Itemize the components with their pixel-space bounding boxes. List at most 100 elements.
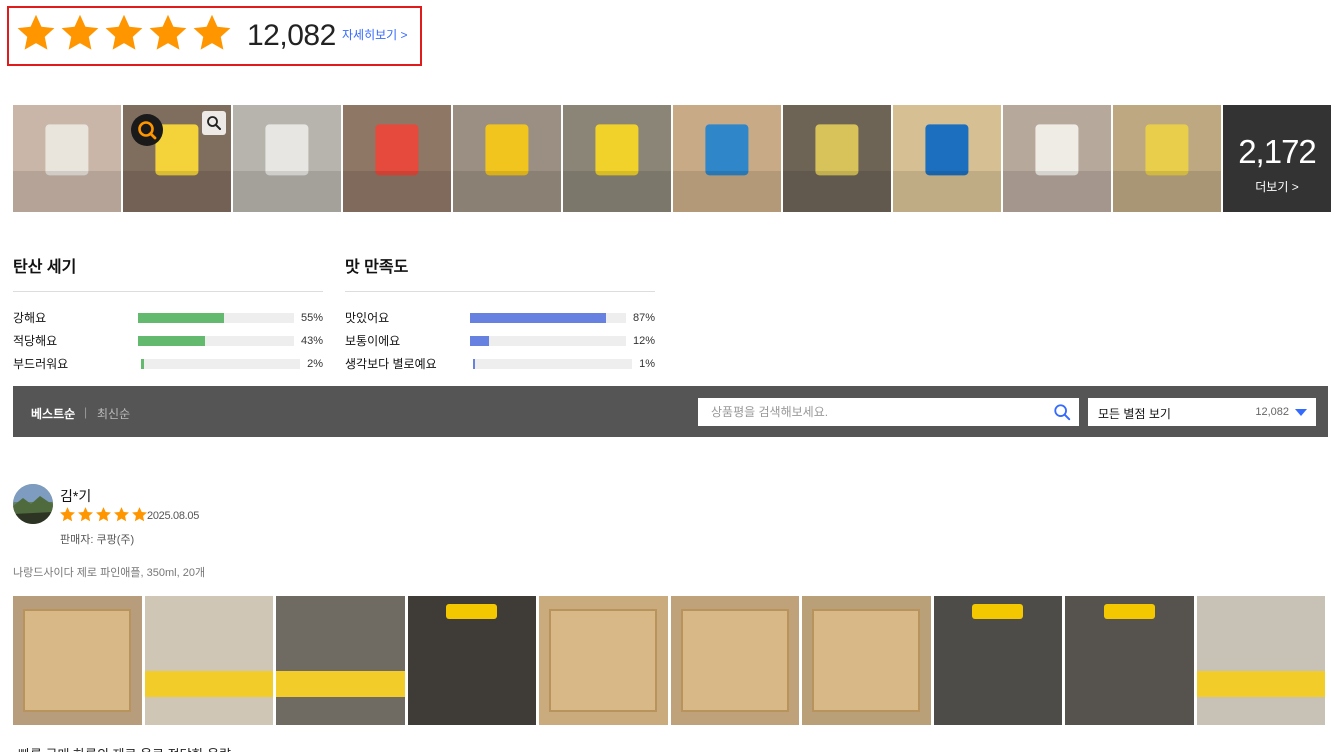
more-photos-button[interactable]: 2,172 더보기 > (1223, 105, 1331, 212)
survey-bar-fill (469, 312, 606, 323)
survey-row: 강해요 55% (13, 306, 323, 329)
survey-bar-fill (137, 312, 224, 323)
sort-best-button[interactable]: 베스트순 (31, 405, 75, 422)
survey-percent: 87% (632, 311, 655, 324)
survey-bar-track (137, 335, 294, 346)
review-photo-narangd-cider-bottle[interactable] (144, 596, 273, 725)
review-photo-open-box-bottles[interactable] (13, 596, 142, 725)
star-icon (78, 507, 93, 522)
sort-newest-button[interactable]: 최신순 (97, 405, 130, 422)
more-photos-label: 더보기 > (1255, 180, 1299, 194)
summary-stars (15, 12, 233, 54)
photo-content (1103, 603, 1155, 620)
seller-info: 판매자: 쿠팡(주) (60, 534, 135, 546)
photo-content (680, 608, 789, 713)
review-photo-bottle-label-red[interactable] (276, 596, 405, 725)
star-icon (61, 14, 99, 50)
photo-content (595, 124, 639, 176)
star-icon (193, 14, 231, 50)
survey-carbonation: 탄산 세기 강해요 55% 적당해요 43% 부드러워요 2% (13, 253, 323, 375)
star-icon (114, 507, 129, 522)
review-date: 2025.08.05 (147, 510, 200, 522)
photo-shadow (1113, 171, 1221, 212)
review-photo-cider-box-side[interactable] (539, 596, 668, 725)
photo-content (23, 608, 132, 713)
zoom-icon[interactable] (202, 111, 226, 135)
photo-content (1035, 124, 1079, 176)
search-icon[interactable] (1053, 403, 1071, 421)
photo-content (705, 124, 749, 176)
review-photo-bottles-fridge-shelf[interactable] (1065, 596, 1194, 725)
review-photo-thumb-narangd-bottle-hand[interactable] (123, 105, 231, 212)
photo-content (485, 124, 529, 176)
star-icon (149, 14, 187, 50)
review-photo-thumb-three-bottles-blue-caps[interactable] (673, 105, 781, 212)
review-photo-bottles-in-fridge[interactable] (933, 596, 1062, 725)
survey-row: 부드러워요 2% (13, 352, 323, 375)
survey-bar-track (140, 358, 301, 369)
reviewed-product-name: 나랑드사이다 제로 파인애플, 350ml, 20개 (13, 567, 206, 579)
photo-content (925, 124, 969, 176)
survey-title: 맛 만족도 (345, 253, 655, 292)
review-photo-bottle-back-label[interactable] (1196, 596, 1325, 725)
photo-shadow (233, 171, 341, 212)
reviewer-name: 김*기 (60, 488, 92, 504)
review-photo-thumb-glass-with-ice[interactable] (13, 105, 121, 212)
survey-percent: 2% (307, 357, 323, 370)
survey-option-label: 맛있어요 (345, 311, 390, 325)
photo-shadow (1003, 171, 1111, 212)
star-filter-select[interactable]: 모든 별점 보기 12,082 (1088, 398, 1316, 426)
review-search-input[interactable] (698, 398, 1038, 426)
review-search-box (698, 398, 1079, 426)
sort-divider: | (84, 405, 88, 419)
survey-percent: 1% (639, 357, 655, 370)
survey-bar-track (469, 335, 626, 346)
review-photo-thumb-bottle-label-yellow[interactable] (563, 105, 671, 212)
survey-percent: 12% (632, 334, 655, 347)
review-photo-box-350ml-20[interactable] (802, 596, 931, 725)
photo-content (812, 608, 921, 713)
photo-content (446, 603, 498, 620)
photo-content (549, 608, 658, 713)
photo-shadow (343, 171, 451, 212)
review-photo-thumb-glass-on-table[interactable] (1003, 105, 1111, 212)
survey-bar-track (137, 312, 294, 323)
photo-shadow (673, 171, 781, 212)
survey-bar-fill (472, 358, 475, 369)
photo-content (276, 670, 405, 697)
detail-view-link[interactable]: 자세히보기 > (342, 26, 408, 43)
review-photo-thumb-cider-box-front[interactable] (893, 105, 1001, 212)
survey-option-label: 보통이에요 (345, 334, 401, 348)
more-photos-count: 2,172 (1238, 133, 1317, 170)
star-filter-count: 12,082 (1255, 406, 1289, 418)
photo-shadow (123, 171, 231, 212)
photo-content (1145, 124, 1189, 176)
review-headline: 빠른 구매 하루의 제로 음료 적당한 용량 (18, 744, 231, 752)
review-photo-yellow-cap-hand[interactable] (407, 596, 536, 725)
review-photo-thumb-bottle-label-back[interactable] (453, 105, 561, 212)
review-total-count: 12,082 (247, 19, 336, 52)
survey-taste: 맛 만족도 맛있어요 87% 보통이에요 12% 생각보다 별로예요 1% (345, 253, 655, 375)
survey-row: 보통이에요 12% (345, 329, 655, 352)
photo-shadow (13, 171, 121, 212)
review-photo-thumb-bottle-closeup-top[interactable] (233, 105, 341, 212)
review-photo-thumb-bottle-label-korean[interactable] (343, 105, 451, 212)
survey-row: 생각보다 별로예요 1% (345, 352, 655, 375)
survey-bar-fill (469, 335, 489, 346)
star-icon (60, 507, 75, 522)
review-photos (13, 596, 1325, 725)
photo-content (265, 124, 309, 176)
star-icon (17, 14, 55, 50)
photo-strip: 2,172 더보기 > (13, 105, 1331, 212)
survey-option-label: 적당해요 (13, 334, 58, 348)
survey-bar-fill (140, 358, 144, 369)
survey-option-label: 부드러워요 (13, 357, 69, 371)
review-photo-cider-box-top[interactable] (670, 596, 799, 725)
survey-bar-track (469, 312, 626, 323)
review-photo-thumb-four-bottles-row[interactable] (783, 105, 891, 212)
photo-content (144, 670, 273, 697)
magnifier-badge-icon (131, 114, 163, 146)
photo-shadow (783, 171, 891, 212)
star-icon (132, 507, 147, 522)
review-photo-thumb-cider-box-350ml[interactable] (1113, 105, 1221, 212)
